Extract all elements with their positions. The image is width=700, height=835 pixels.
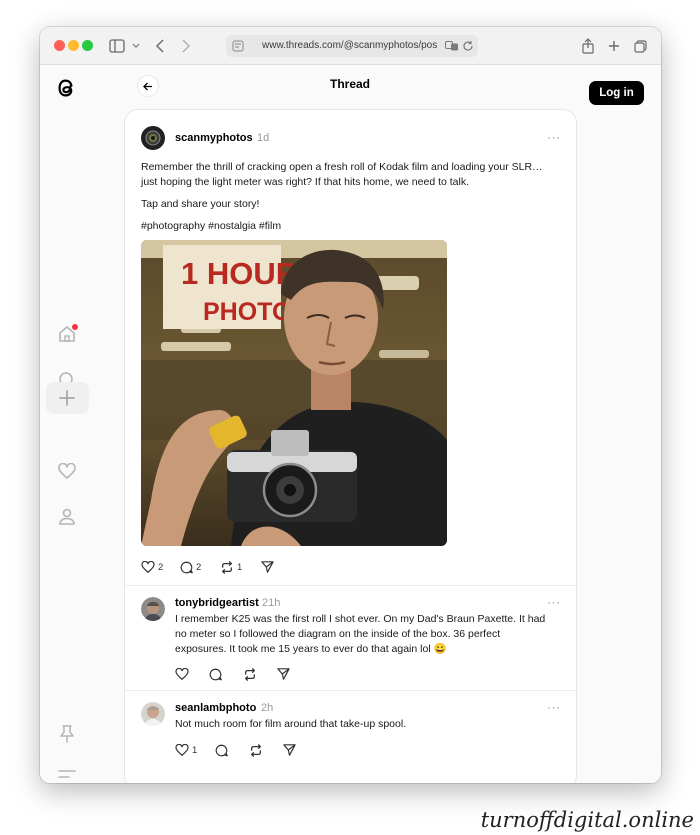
post-share-button[interactable] xyxy=(261,561,274,573)
page-title: Thread xyxy=(329,77,370,91)
notification-dot xyxy=(72,324,78,330)
photo-sign-text-2: PHOTO xyxy=(203,298,291,326)
send-icon xyxy=(261,561,274,573)
nav-activity-icon[interactable] xyxy=(56,460,78,482)
address-bar[interactable]: www.threads.com/@scanmyphotos/pos xyxy=(226,35,478,57)
reply1-text-line3: exposures. It took me 15 years to ever d… xyxy=(175,643,447,655)
minimize-window-button[interactable] xyxy=(68,40,79,51)
nav-pin-icon[interactable] xyxy=(56,723,78,745)
post-username[interactable]: scanmyphotos xyxy=(175,132,253,144)
reply2-text-line1: Not much room for film around that take-… xyxy=(175,718,407,730)
close-window-button[interactable] xyxy=(54,40,65,51)
translate-icon[interactable] xyxy=(445,40,459,52)
post-comment-button[interactable]: 2 xyxy=(180,561,201,574)
heart-icon xyxy=(175,668,189,680)
reply2-time: 2h xyxy=(261,702,274,714)
reply1-text-line1: I remember K25 was the first roll I shot… xyxy=(175,613,546,625)
reply1-share-button[interactable] xyxy=(277,668,290,680)
repost-icon xyxy=(245,668,255,681)
reply-divider xyxy=(125,690,576,691)
post-photo[interactable]: 1 HOUR PHOTO xyxy=(141,240,447,546)
post-time: 1d xyxy=(257,132,270,144)
nav-create-icon[interactable] xyxy=(56,387,78,409)
reply2-username[interactable]: seanlambphoto xyxy=(175,702,256,714)
back-nav-icon[interactable] xyxy=(152,37,168,55)
reply1-repost-button[interactable] xyxy=(243,668,257,681)
tab-overview-icon[interactable] xyxy=(633,37,647,55)
login-button[interactable]: Log in xyxy=(589,81,644,105)
nav-menu-icon[interactable] xyxy=(56,763,78,783)
post-hashtags[interactable]: #photography #nostalgia #film xyxy=(141,219,281,234)
photo-sign-text-1: 1 HOUR xyxy=(181,256,298,291)
repost-icon xyxy=(251,744,261,757)
back-button[interactable] xyxy=(137,75,159,97)
forward-nav-icon[interactable] xyxy=(177,37,193,55)
reply1-more-button[interactable]: ··· xyxy=(547,595,561,609)
reply2-share-button[interactable] xyxy=(283,744,296,756)
reply1-username[interactable]: tonybridgeartist xyxy=(175,597,259,609)
post-like-button[interactable]: 2 xyxy=(141,561,163,573)
reply1-like-button[interactable] xyxy=(175,668,189,680)
reply2-more-button[interactable]: ··· xyxy=(547,700,561,714)
share-icon[interactable] xyxy=(581,37,595,55)
comment-icon xyxy=(215,744,228,757)
comment-icon xyxy=(209,668,222,681)
thread-card: scanmyphotos 1d ··· Remember the thrill … xyxy=(124,109,577,783)
zoom-window-button[interactable] xyxy=(82,40,93,51)
reply2-like-count: 1 xyxy=(192,744,198,756)
page-settings-icon[interactable] xyxy=(232,40,244,52)
chevron-down-icon[interactable] xyxy=(131,37,141,55)
address-bar-url: www.threads.com/@scanmyphotos/pos xyxy=(262,40,438,51)
post-like-count: 2 xyxy=(158,561,164,573)
post-repost-count: 1 xyxy=(237,562,243,573)
comment-icon xyxy=(180,561,193,574)
reply1-comment-button[interactable] xyxy=(209,668,222,681)
post-avatar[interactable] xyxy=(141,126,165,150)
sidebar-toggle-icon[interactable] xyxy=(108,37,126,55)
reply1-time: 21h xyxy=(262,597,281,609)
post-repost-button[interactable]: 1 xyxy=(220,561,242,574)
new-tab-icon[interactable] xyxy=(607,37,621,55)
heart-icon xyxy=(141,561,155,573)
threads-page: Thread Log in scanmyphotos 1d ··· Rememb… xyxy=(40,65,661,783)
nav-profile-icon[interactable] xyxy=(56,505,78,527)
reply2-comment-button[interactable] xyxy=(215,744,228,757)
browser-toolbar: www.threads.com/@scanmyphotos/pos xyxy=(40,27,661,65)
repost-icon xyxy=(222,561,232,574)
reload-icon[interactable] xyxy=(462,40,474,52)
reply1-text-line2: no meter so I followed the diagram on th… xyxy=(175,628,501,640)
reply2-repost-button[interactable] xyxy=(249,744,263,757)
heart-icon xyxy=(175,744,189,756)
send-icon xyxy=(283,744,296,756)
post-text-line3: Tap and share your story! xyxy=(141,198,260,210)
browser-window: www.threads.com/@scanmyphotos/pos Thread… xyxy=(40,27,661,783)
post-divider xyxy=(125,585,576,586)
post-text-line2: just hoping the light meter was right? I… xyxy=(141,176,470,188)
reply2-like-button[interactable]: 1 xyxy=(175,744,197,756)
threads-logo-icon[interactable] xyxy=(54,75,80,101)
post-text-line1: Remember the thrill of cracking open a f… xyxy=(141,161,543,173)
arrow-left-icon xyxy=(143,82,152,90)
reply2-avatar[interactable] xyxy=(141,702,165,726)
nav-home-icon[interactable] xyxy=(56,323,78,345)
post-comment-count: 2 xyxy=(196,562,202,573)
watermark-text: turnoffdigital.online xyxy=(480,808,694,832)
reply1-avatar[interactable] xyxy=(141,597,165,621)
send-icon xyxy=(277,668,290,680)
post-more-button[interactable]: ··· xyxy=(547,130,561,144)
